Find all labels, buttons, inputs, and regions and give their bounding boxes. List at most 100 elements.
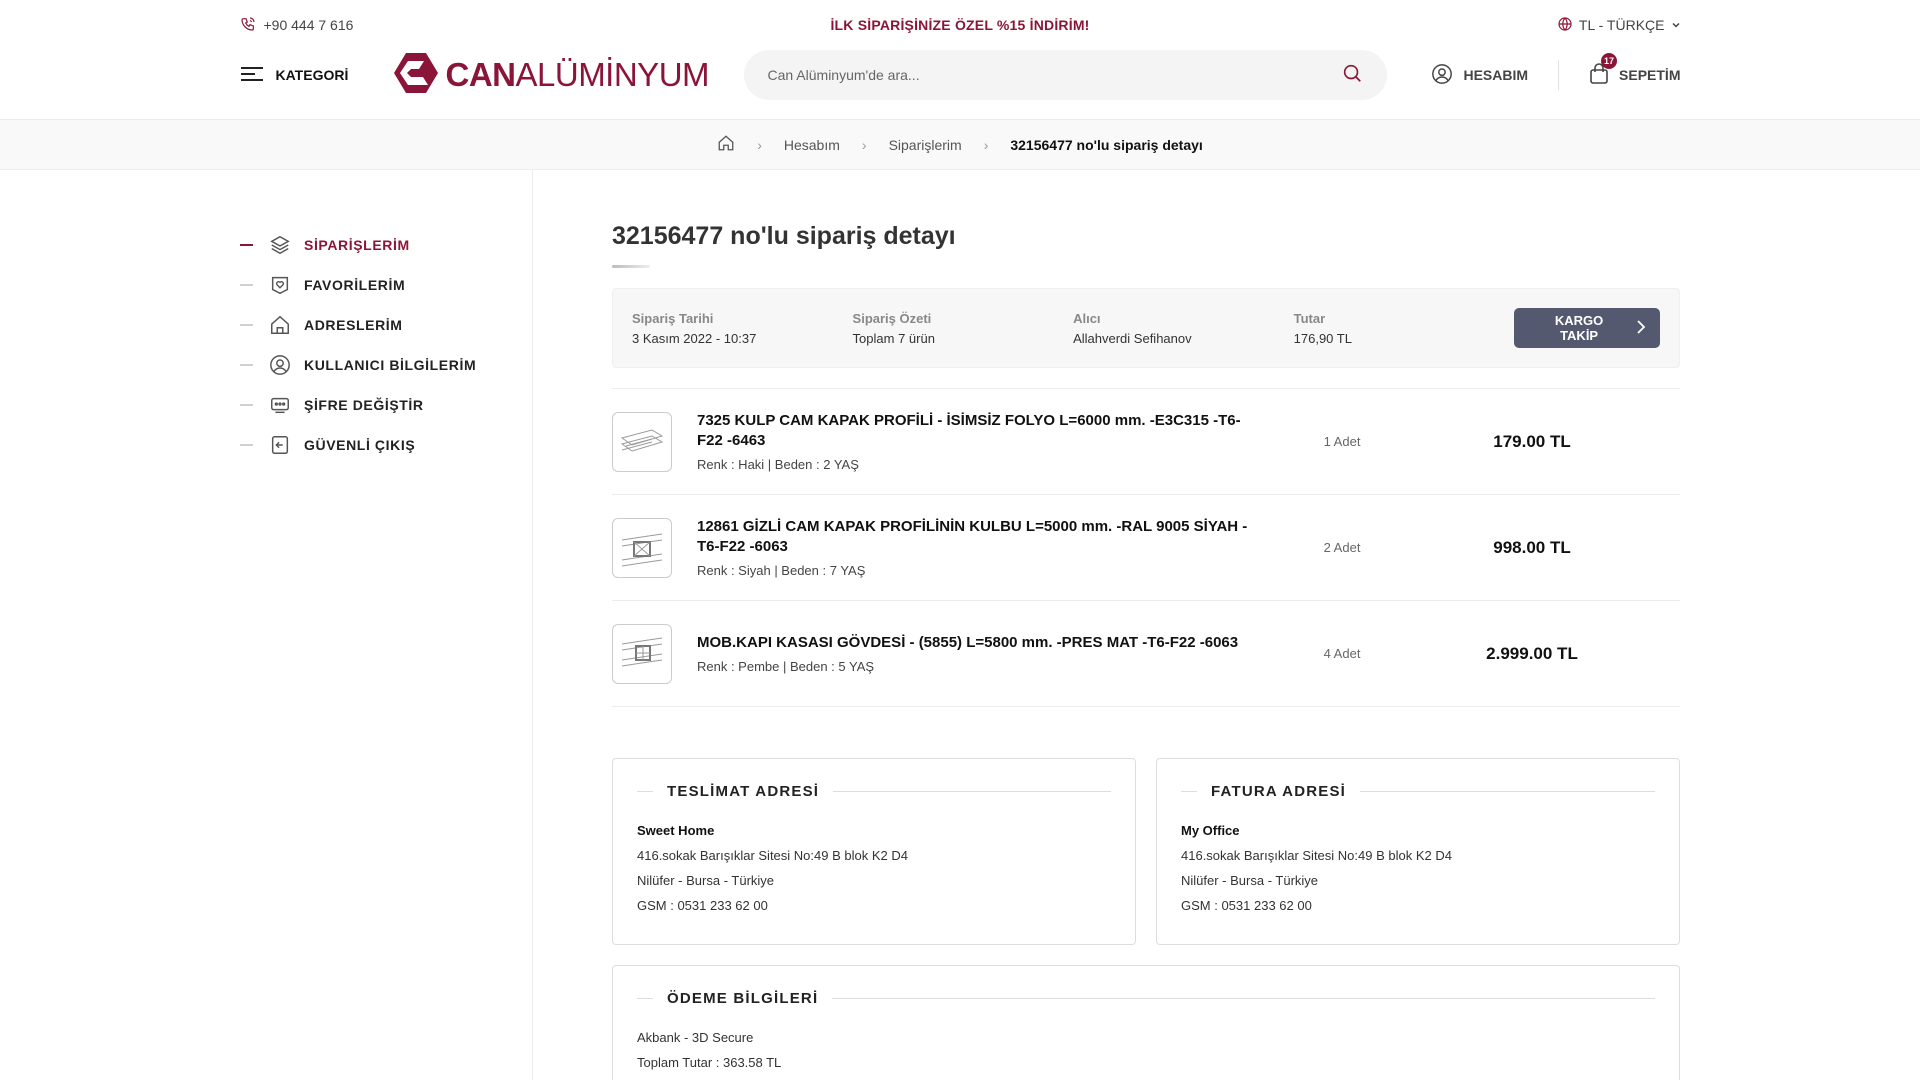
breadcrumb: › Hesabım › Siparişlerim › 32156477 no'l…	[0, 120, 1920, 170]
buyer-label: Alıcı	[1073, 310, 1101, 326]
product-thumbnail[interactable]	[612, 411, 672, 472]
product-thumbnail[interactable]	[612, 517, 672, 578]
phone-contact[interactable]: +90 444 7 616	[240, 16, 353, 35]
invoice-address-box: FATURA ADRESİ My Office 416.sokak Barışı…	[1156, 758, 1680, 945]
address-row: TESLİMAT ADRESİ Sweet Home 416.sokak Bar…	[612, 758, 1680, 945]
header-line	[637, 791, 653, 792]
product-attributes: Renk : Pembe | Beden : 5 YAŞ	[697, 659, 875, 674]
address-city: Nilüfer - Bursa - Türkiye	[637, 873, 775, 888]
sidebar-item-favorites[interactable]: FAVORİLERİM	[240, 265, 532, 305]
order-items: 7325 KULP CAM KAPAK PROFİLİ - İSİMSİZ FO…	[612, 388, 1680, 707]
cart-count-badge: 17	[1601, 52, 1618, 69]
sidebar-item-user-info[interactable]: KULLANICI BİLGİLERİM	[240, 345, 532, 385]
active-indicator	[240, 244, 253, 246]
category-label: KATEGORİ	[275, 67, 349, 83]
dash-indicator	[240, 324, 253, 326]
payment-bank: Akbank - 3D Secure	[637, 1030, 754, 1045]
search-bar	[743, 50, 1387, 100]
total-value: 176,90 TL	[1293, 330, 1352, 346]
logo-mark-icon	[393, 52, 438, 98]
order-buyer: Alıcı Allahverdi Sefihanov	[1073, 311, 1294, 346]
header-line	[832, 998, 1655, 999]
product-name[interactable]: MOB.KAPI KASASI GÖVDESİ - (5855) L=5800 …	[697, 633, 1252, 653]
dash-indicator	[240, 404, 253, 406]
breadcrumb-orders[interactable]: Siparişlerim	[889, 137, 962, 153]
order-date-value: 3 Kasım 2022 - 10:37	[632, 330, 757, 346]
sidebar-item-label: ADRESLERİM	[304, 317, 403, 333]
header-line	[1360, 791, 1655, 792]
product-info: MOB.KAPI KASASI GÖVDESİ - (5855) L=5800 …	[697, 633, 1252, 674]
box-header: TESLİMAT ADRESİ	[637, 783, 1111, 800]
phone-icon	[240, 16, 256, 35]
sidebar-item-label: ŞİFRE DEĞİŞTİR	[304, 397, 424, 413]
order-item: 7325 KULP CAM KAPAK PROFİLİ - İSİMSİZ FO…	[612, 389, 1680, 495]
layers-icon	[268, 233, 292, 257]
breadcrumb-current: 32156477 no'lu sipariş detayı	[1010, 136, 1203, 153]
product-info: 12861 GİZLİ CAM KAPAK PROFİLİNİN KULBU L…	[697, 517, 1252, 578]
address-phone: GSM : 0531 233 62 00	[1181, 898, 1312, 913]
globe-icon	[1557, 16, 1573, 35]
chevron-right-icon: ›	[757, 136, 762, 153]
product-quantity: 4 Adet	[1323, 646, 1361, 661]
product-thumbnail[interactable]	[612, 623, 672, 684]
promo-banner[interactable]: İLK SİPARİŞİNİZE ÖZEL %15 İNDİRİM!	[830, 17, 1089, 33]
cart-label: SEPETİM	[1619, 67, 1681, 83]
user-circle-icon	[1431, 63, 1453, 88]
track-shipment-button[interactable]: KARGO TAKİP	[1514, 308, 1660, 348]
order-item: MOB.KAPI KASASI GÖVDESİ - (5855) L=5800 …	[612, 601, 1680, 707]
header-line	[833, 791, 1111, 792]
shopping-bag-icon: 17	[1589, 52, 1618, 88]
sidebar-item-orders[interactable]: SİPARİŞLERİM	[240, 225, 532, 265]
product-quantity: 2 Adet	[1323, 540, 1361, 555]
delivery-address-box: TESLİMAT ADRESİ Sweet Home 416.sokak Bar…	[612, 758, 1136, 945]
order-total: Tutar 176,90 TL	[1294, 311, 1515, 346]
category-menu-button[interactable]: KATEGORİ	[240, 66, 394, 85]
product-name[interactable]: 12861 GİZLİ CAM KAPAK PROFİLİNİN KULBU L…	[697, 517, 1252, 557]
page-title: 32156477 no'lu sipariş detayı	[612, 222, 956, 250]
home-icon[interactable]	[717, 134, 735, 155]
delivery-address-title: TESLİMAT ADRESİ	[667, 783, 820, 800]
sidebar-item-change-password[interactable]: ŞİFRE DEĞİŞTİR	[240, 385, 532, 425]
language-label: TL - TÜRKÇE	[1578, 17, 1665, 33]
payment-info-title: ÖDEME BİLGİLERİ	[667, 990, 819, 1007]
site-logo[interactable]: CANALÜMİNYUM	[393, 52, 744, 98]
sidebar-item-addresses[interactable]: ADRESLERİM	[240, 305, 532, 345]
search-icon[interactable]	[1341, 62, 1363, 89]
order-summary: Sipariş Tarihi 3 Kasım 2022 - 10:37 Sipa…	[612, 288, 1680, 368]
chevron-down-icon	[1671, 17, 1681, 33]
search-input[interactable]	[767, 67, 1341, 83]
order-date-label: Sipariş Tarihi	[632, 310, 714, 326]
user-icon	[268, 353, 292, 377]
box-header: FATURA ADRESİ	[1181, 783, 1655, 800]
dash-indicator	[240, 284, 253, 286]
home-icon	[268, 313, 292, 337]
sidebar-item-label: SİPARİŞLERİM	[304, 237, 410, 253]
page-content: SİPARİŞLERİM FAVORİLERİM ADRESLERİM KULL…	[0, 170, 1920, 1080]
hamburger-icon	[240, 66, 264, 85]
invoice-address-title: FATURA ADRESİ	[1211, 783, 1347, 800]
track-shipment-label: KARGO TAKİP	[1554, 313, 1604, 343]
top-bar: +90 444 7 616 İLK SİPARİŞİNİZE ÖZEL %15 …	[240, 0, 1681, 50]
account-link[interactable]: HESABIM	[1431, 63, 1528, 88]
chevron-right-icon: ›	[983, 136, 989, 153]
cart-link[interactable]: 17 SEPETİM	[1589, 52, 1681, 88]
account-sidebar: SİPARİŞLERİM FAVORİLERİM ADRESLERİM KULL…	[0, 170, 533, 1080]
box-header: ÖDEME BİLGİLERİ	[637, 990, 1655, 1007]
total-label: Tutar	[1293, 310, 1326, 326]
header-line	[1181, 791, 1197, 792]
dash-indicator	[240, 444, 253, 446]
breadcrumb-account[interactable]: Hesabım	[784, 137, 840, 153]
sidebar-item-label: KULLANICI BİLGİLERİM	[304, 357, 477, 373]
language-selector[interactable]: TL - TÜRKÇE	[1557, 16, 1681, 35]
product-attributes: Renk : Haki | Beden : 2 YAŞ	[697, 457, 859, 472]
product-attributes: Renk : Siyah | Beden : 7 YAŞ	[697, 563, 866, 578]
product-price: 2.999.00 TL	[1486, 643, 1578, 663]
dash-indicator	[240, 364, 253, 366]
order-date: Sipariş Tarihi 3 Kasım 2022 - 10:37	[632, 311, 853, 346]
product-name[interactable]: 7325 KULP CAM KAPAK PROFİLİ - İSİMSİZ FO…	[697, 411, 1252, 451]
password-icon	[268, 393, 292, 417]
address-line: 416.sokak Barışıklar Sitesi No:49 B blok…	[637, 848, 908, 863]
sidebar-item-logout[interactable]: GÜVENLİ ÇIKIŞ	[240, 425, 532, 465]
header-line	[637, 998, 653, 999]
product-info: 7325 KULP CAM KAPAK PROFİLİ - İSİMSİZ FO…	[697, 411, 1252, 472]
